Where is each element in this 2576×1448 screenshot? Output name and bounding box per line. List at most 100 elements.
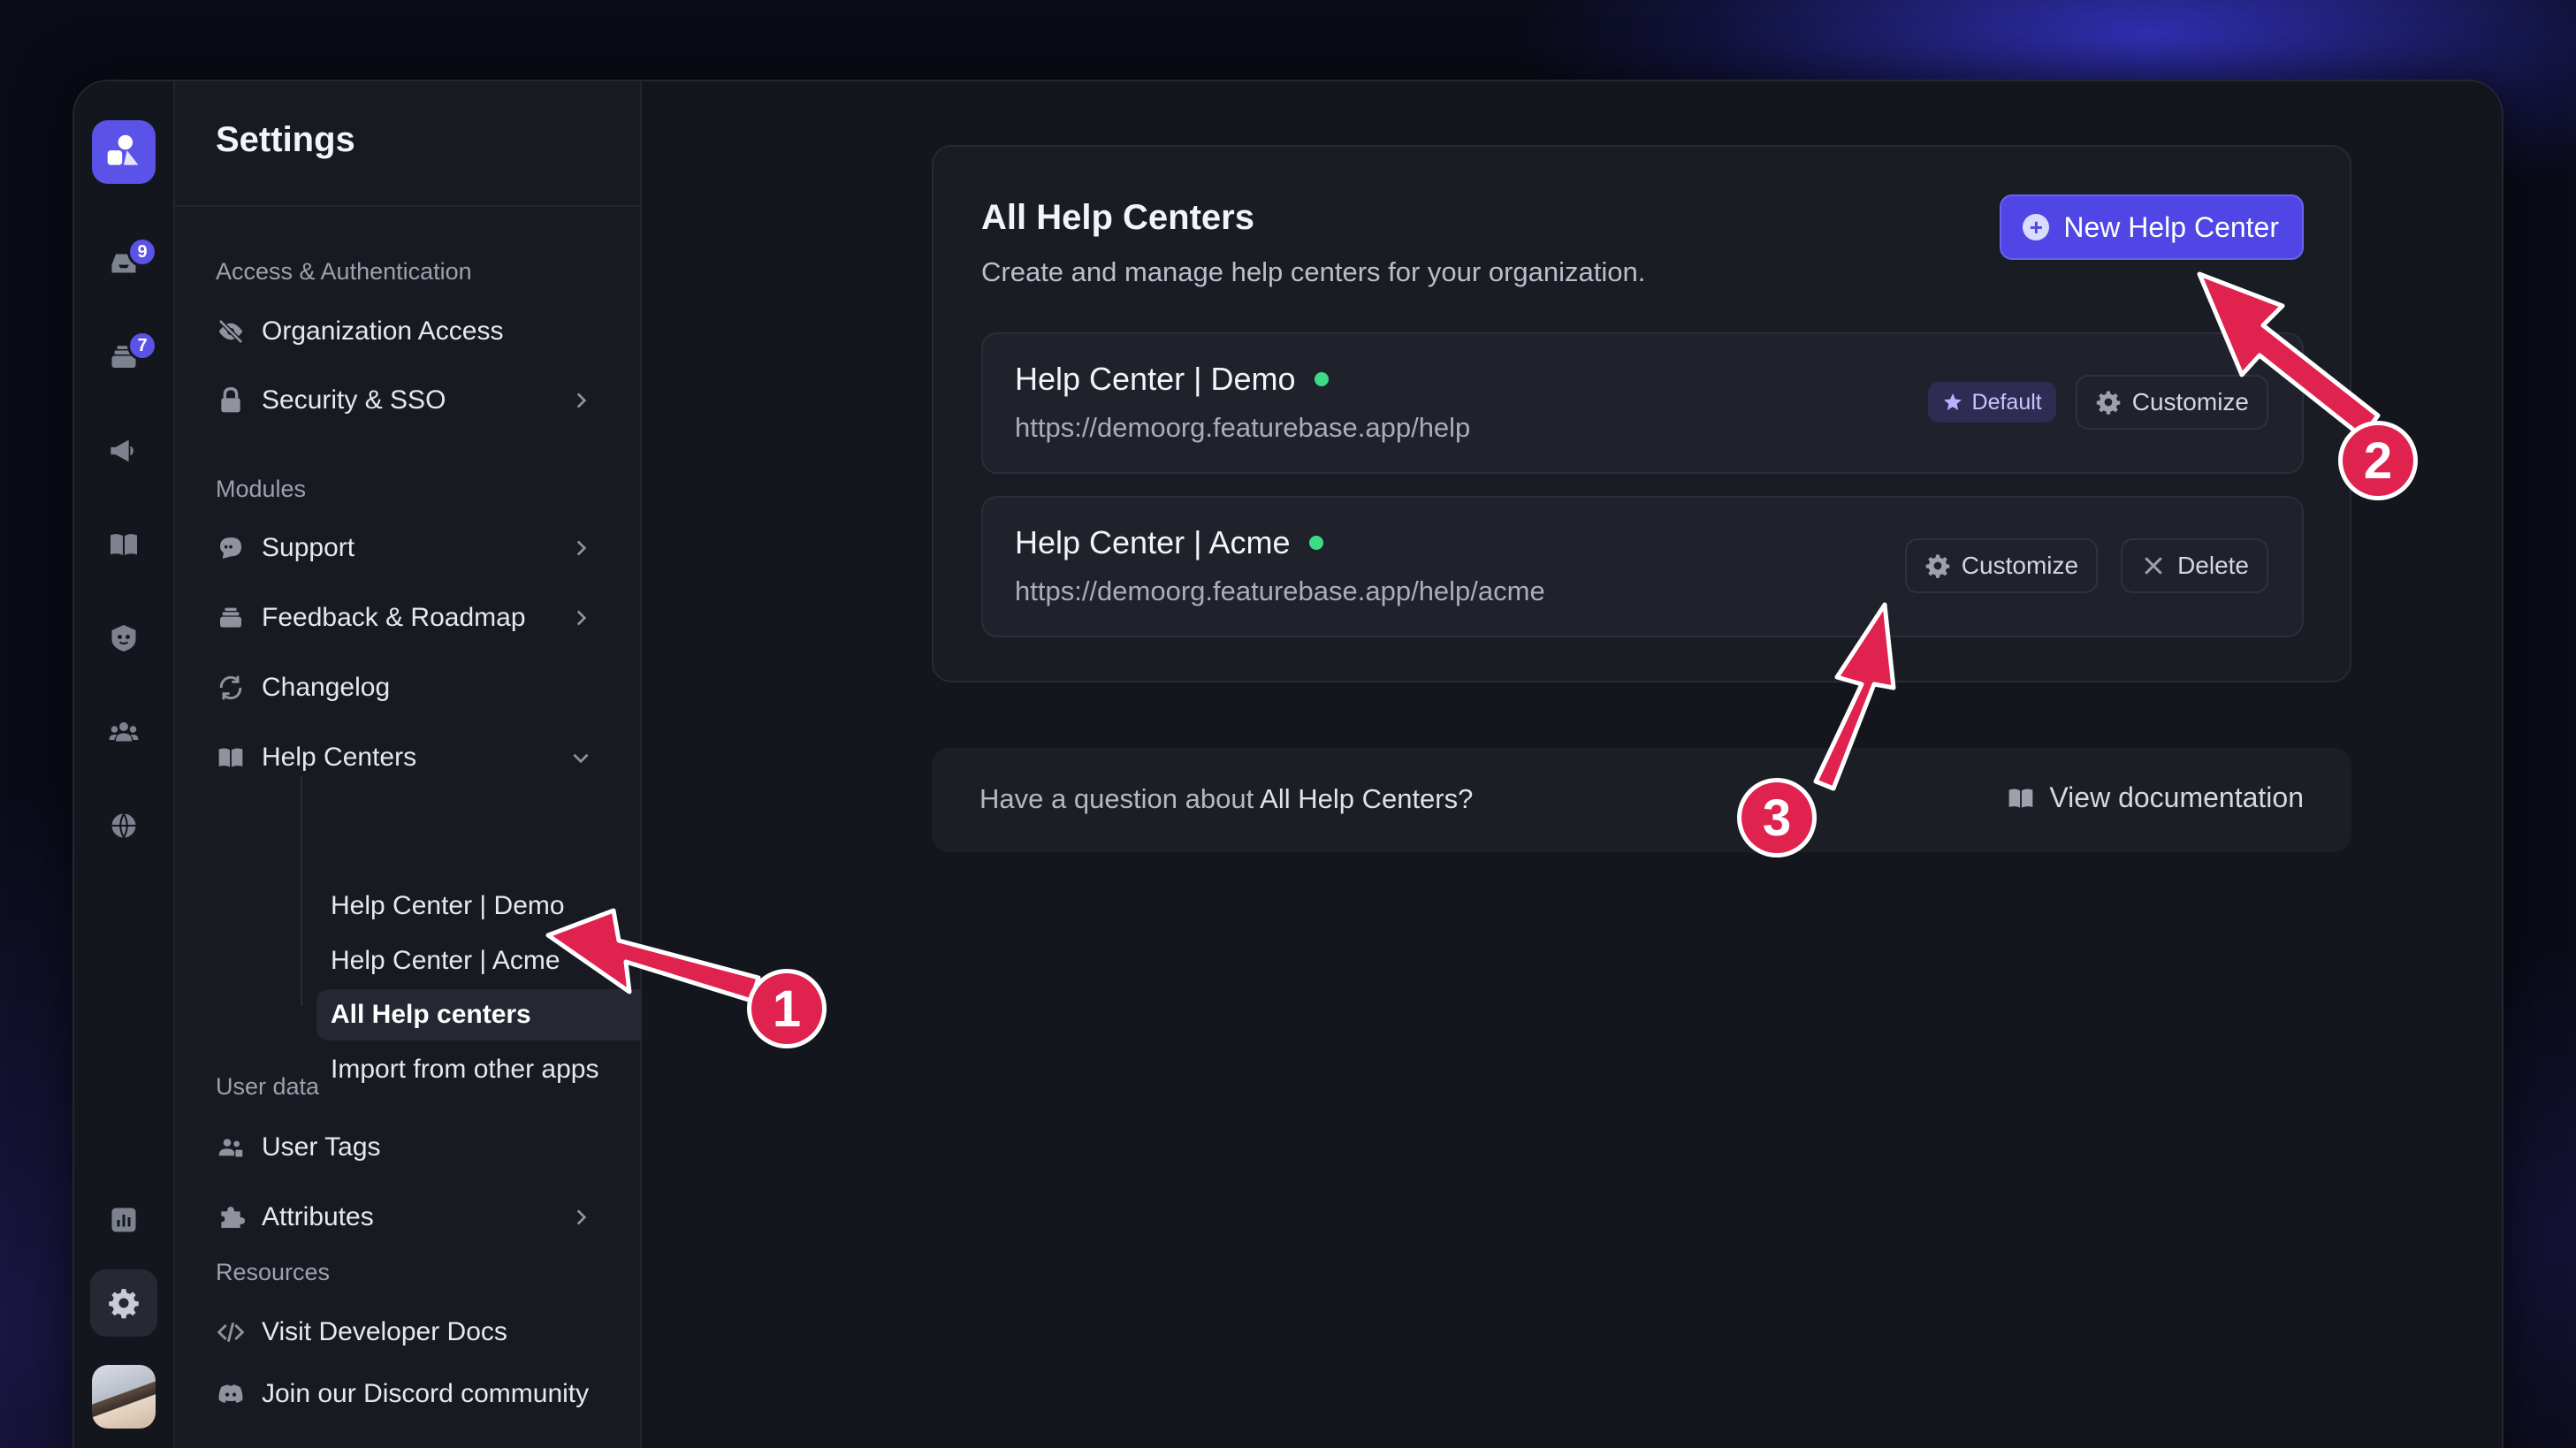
chart-icon[interactable] [101,1197,147,1243]
sidebar-item-attributes[interactable]: Attributes [210,1190,608,1245]
customize-label: Customize [2131,388,2249,415]
customize-button[interactable]: Customize [1904,538,2099,593]
section-user-data: User data [216,1073,320,1100]
refresh-icon [216,673,246,703]
help-center-row-demo[interactable]: Help Center | Demo https://demoorg.featu… [981,332,2304,474]
users-tag-icon [216,1132,246,1162]
avatar[interactable] [92,1365,156,1429]
icon-rail: 9 7 [74,81,173,1448]
app-window: 9 7 Settings Access & Authentication Org… [72,80,2504,1448]
sidebar-item-help-centers[interactable]: Help Centers [210,730,608,785]
new-help-center-label: New Help Center [2063,210,2279,243]
globe-icon[interactable] [101,803,147,849]
sidebar-item-label: Help Centers [262,743,417,772]
settings-button[interactable] [90,1269,157,1337]
page-title: All Help Centers [981,198,1254,237]
sidebar-item-label: Visit Developer Docs [262,1317,507,1346]
customize-button[interactable]: Customize [2075,375,2268,430]
sidebar-item-discord[interactable]: Join our Discord community [210,1367,608,1421]
sub-item-help-center-demo[interactable]: Help Center | Demo [316,880,672,932]
status-dot [1309,536,1324,550]
inbox-stack-icon [216,603,246,633]
sidebar-item-label: Feedback & Roadmap [262,603,526,632]
delete-label: Delete [2177,552,2249,579]
sub-item-help-center-acme[interactable]: Help Center | Acme [316,935,672,987]
code-icon [216,1317,246,1347]
section-resources: Resources [216,1259,331,1285]
sidebar-item-label: Changelog [262,673,391,702]
logo-icon[interactable] [92,120,156,184]
book-icon[interactable] [101,522,147,568]
annotation-badge-3: 3 [1737,778,1817,857]
sidebar-item-label: Organization Access [262,316,504,346]
chevron-right-icon [576,610,587,626]
help-center-name: Help Center | Demo [1015,361,1330,398]
puzzle-icon [216,1202,246,1232]
inbox-badge: 9 [127,237,157,267]
main-content: All Help Centers Create and manage help … [642,81,2502,1448]
gear-icon [2096,391,2120,415]
page-subtitle: Create and manage help centers for your … [981,256,1646,287]
help-center-name-text: Help Center | Acme [1015,524,1291,560]
help-center-url: https://demoorg.featurebase.app/help/acm… [1015,575,1545,606]
submenu-guide-line [301,776,302,1006]
sub-item-all-help-centers[interactable]: All Help centers [316,989,672,1040]
sidebar-item-label: Support [262,533,355,562]
sidebar-item-label: Security & SSO [262,385,446,415]
sidebar-item-organization-access[interactable]: Organization Access [210,304,608,359]
help-center-url: https://demoorg.featurebase.app/help [1015,412,1471,443]
eye-off-icon [216,316,246,347]
help-question: Have a question about All Help Centers? [979,783,1473,815]
bot-icon[interactable] [101,615,147,661]
view-documentation-link[interactable]: View documentation [2007,781,2304,814]
customize-label: Customize [1961,552,2079,579]
section-modules: Modules [216,476,307,502]
help-question-prefix: Have a question about [979,783,1261,814]
view-documentation-label: View documentation [2049,781,2304,813]
sidebar-item-support[interactable]: Support [210,521,608,575]
annotation-badge-2: 2 [2338,421,2418,500]
sidebar-item-security[interactable]: Security & SSO [210,373,608,428]
book-icon [2009,788,2033,808]
lock-icon [216,385,246,415]
help-centers-card: All Help Centers Create and manage help … [932,145,2351,682]
sidebar-item-developer-docs[interactable]: Visit Developer Docs [210,1305,608,1360]
default-badge-label: Default [1971,389,2042,415]
sidebar-item-feedback-roadmap[interactable]: Feedback & Roadmap [210,591,608,645]
new-help-center-button[interactable]: + New Help Center [2000,194,2304,260]
star-icon [1943,393,1962,410]
default-badge: Default [1927,382,2056,423]
megaphone-icon[interactable] [101,428,147,474]
sidebar-item-changelog[interactable]: Changelog [210,660,608,715]
sidebar-title: Settings [216,120,355,159]
chevron-right-icon [576,540,587,556]
sidebar-item-label: Join our Discord community [262,1379,590,1408]
row-actions: Default Customize [1927,375,2268,430]
gear-icon [1925,554,1950,578]
delete-button[interactable]: Delete [2121,538,2268,593]
help-center-row-acme[interactable]: Help Center | Acme https://demoorg.featu… [981,496,2304,637]
book-open-icon [216,743,246,773]
sidebar-item-user-tags[interactable]: User Tags [210,1120,608,1175]
users-icon[interactable] [101,709,147,755]
help-question-bar: Have a question about All Help Centers? … [932,748,2351,852]
chevron-right-icon [576,392,587,408]
help-center-name-text: Help Center | Demo [1015,361,1296,397]
annotation-badge-1: 1 [747,969,827,1048]
help-center-name: Help Center | Acme [1015,524,1324,561]
settings-sidebar: Settings Access & Authentication Organiz… [173,81,672,1448]
gear-icon [109,1289,139,1319]
sub-item-import[interactable]: Import from other apps [316,1044,672,1095]
feedback-badge: 7 [127,331,157,361]
status-dot [1315,372,1330,386]
section-access: Access & Authentication [216,258,472,285]
plus-circle-icon: + [2023,214,2050,240]
help-question-topic: All Help Centers? [1260,783,1474,814]
chat-icon [216,533,246,563]
sidebar-item-label: Attributes [262,1202,374,1231]
chevron-right-icon [576,1209,587,1225]
chevron-down-icon [573,753,589,764]
sidebar-item-label: User Tags [262,1132,381,1162]
sidebar-divider [175,205,640,207]
close-icon [2145,557,2162,575]
